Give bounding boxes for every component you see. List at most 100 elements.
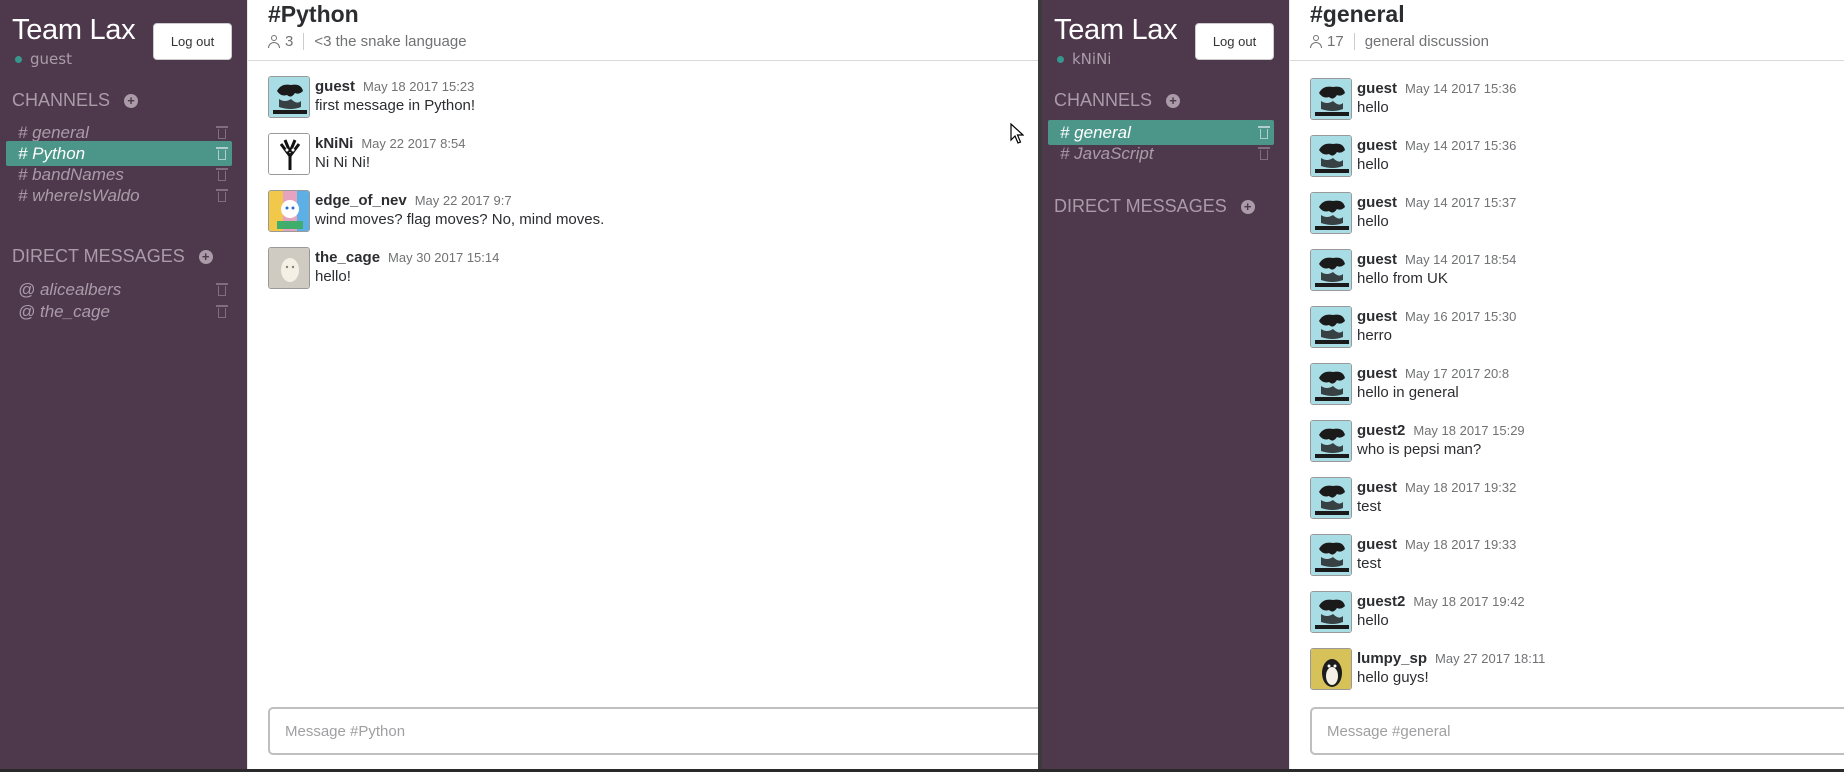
online-status-icon [1057,55,1064,63]
message-item: guest May 14 2017 15:37 hello [1310,188,1844,245]
channel-meta: 3 <3 the snake language [268,33,467,50]
add-channel-icon[interactable]: + [124,93,139,108]
direct-message-label: @ the_cage [18,301,110,321]
avatar[interactable] [1310,192,1352,234]
channel-description: general discussion [1364,33,1489,50]
trash-icon[interactable] [1258,125,1270,139]
avatar[interactable] [268,133,310,175]
message-item: guest May 14 2017 15:36 hello [1310,74,1844,131]
message-author[interactable]: guest [1357,536,1397,553]
message-item: guest May 14 2017 15:36 hello [1310,131,1844,188]
current-user: guest [15,50,72,68]
add-channel-icon[interactable]: + [1166,93,1181,108]
message-text: hello! [315,268,351,285]
message-text: hello from UK [1357,270,1448,287]
message-timestamp: May 14 2017 18:54 [1405,252,1517,267]
message-author[interactable]: guest [1357,479,1397,496]
message-header: guest May 14 2017 15:36 [1357,137,1516,154]
message-header: guest2 May 18 2017 15:29 [1357,422,1525,439]
avatar[interactable] [1310,78,1352,120]
avatar[interactable] [1310,420,1352,462]
left-window: Team Lax guest Log out CHANNELS + # gene… [0,0,1038,770]
trash-icon[interactable] [1258,146,1270,160]
message-author[interactable]: guest [1357,80,1397,97]
message-header: guest May 14 2017 18:54 [1357,251,1516,268]
message-author[interactable]: kNiNi [315,135,353,152]
trash-icon[interactable] [216,125,228,139]
message-timestamp: May 22 2017 9:7 [414,193,512,208]
message-text: test [1357,498,1382,515]
trash-icon[interactable] [216,188,228,202]
team-name: Team Lax [12,14,136,46]
message-item: kNiNi May 22 2017 8:54 Ni Ni Ni! [268,129,1038,186]
message-author[interactable]: edge_of_nev [315,192,407,209]
member-count[interactable]: 17 [1327,33,1344,50]
direct-message-item[interactable]: @ the_cage [6,299,232,324]
message-author[interactable]: guest [1357,137,1397,154]
online-status-icon [15,55,22,63]
avatar[interactable] [268,190,310,232]
avatar[interactable] [268,247,310,289]
message-text: hello guys! [1357,669,1429,686]
avatar[interactable] [1310,534,1352,576]
channel-item[interactable]: # JavaScript [1048,141,1274,166]
message-composer[interactable] [268,707,1038,755]
message-timestamp: May 14 2017 15:36 [1405,138,1517,153]
message-author[interactable]: guest [1357,365,1397,382]
message-input[interactable] [1312,709,1844,753]
message-author[interactable]: guest [1357,308,1397,325]
avatar[interactable] [1310,306,1352,348]
channel-item-label: # bandNames [18,164,124,184]
message-input[interactable] [270,709,1038,753]
channel-list: # general # Python # bandNames # whereIsWal… [0,120,247,205]
message-timestamp: May 18 2017 19:33 [1405,537,1517,552]
message-item: guest May 18 2017 19:32 test [1310,473,1844,530]
add-direct-message-icon[interactable]: + [1240,199,1255,214]
add-direct-message-icon[interactable]: + [198,249,213,264]
message-timestamp: May 30 2017 15:14 [388,250,500,265]
avatar[interactable] [1310,249,1352,291]
message-text: hello [1357,213,1389,230]
message-item: guest2 May 18 2017 19:42 hello [1310,587,1844,644]
message-item: guest May 18 2017 15:23 first message in P… [268,72,1038,129]
message-timestamp: May 22 2017 8:54 [361,136,466,151]
message-item: guest May 17 2017 20:8 hello in general [1310,359,1844,416]
trash-icon[interactable] [216,304,228,318]
message-author[interactable]: guest2 [1357,593,1405,610]
avatar[interactable] [268,76,310,118]
message-item: the_cage May 30 2017 15:14 hello! [268,243,1038,300]
avatar[interactable] [1310,648,1352,690]
message-author[interactable]: guest [1357,194,1397,211]
message-author[interactable]: guest [315,78,355,95]
channel-item[interactable]: # whereIsWaldo [6,183,232,208]
trash-icon[interactable] [216,146,228,160]
logout-button[interactable]: Log out [1195,23,1274,60]
message-text: hello [1357,612,1389,629]
message-author[interactable]: guest2 [1357,422,1405,439]
message-text: herro [1357,327,1393,344]
team-name: Team Lax [1054,14,1178,46]
message-text: test [1357,555,1382,572]
direct-messages-heading: DIRECT MESSAGES + [12,246,213,267]
meta-divider [303,33,305,50]
message-author[interactable]: guest [1357,251,1397,268]
message-item: edge_of_nev May 22 2017 9:7 wind moves? fl… [268,186,1038,243]
avatar[interactable] [1310,135,1352,177]
logout-button[interactable]: Log out [153,23,232,60]
message-list: guest May 14 2017 15:36 hello guest May 14 … [1310,74,1844,701]
member-count[interactable]: 3 [285,33,293,50]
message-item: guest May 16 2017 15:30 herro [1310,302,1844,359]
trash-icon[interactable] [216,282,228,296]
message-composer[interactable] [1310,707,1844,755]
avatar[interactable] [1310,591,1352,633]
message-author[interactable]: lumpy_sp [1357,650,1427,667]
sidebar: Team Lax guest Log out CHANNELS + # gene… [0,0,247,770]
message-author[interactable]: the_cage [315,249,380,266]
avatar[interactable] [1310,363,1352,405]
username-label: guest [30,50,72,68]
direct-messages-heading: DIRECT MESSAGES + [1054,196,1255,217]
avatar[interactable] [1310,477,1352,519]
right-window: Team Lax kNiNi Log out CHANNELS + # gene… [1042,0,1844,770]
trash-icon[interactable] [216,167,228,181]
channel-header: #general 17 general discussion [1290,0,1844,61]
